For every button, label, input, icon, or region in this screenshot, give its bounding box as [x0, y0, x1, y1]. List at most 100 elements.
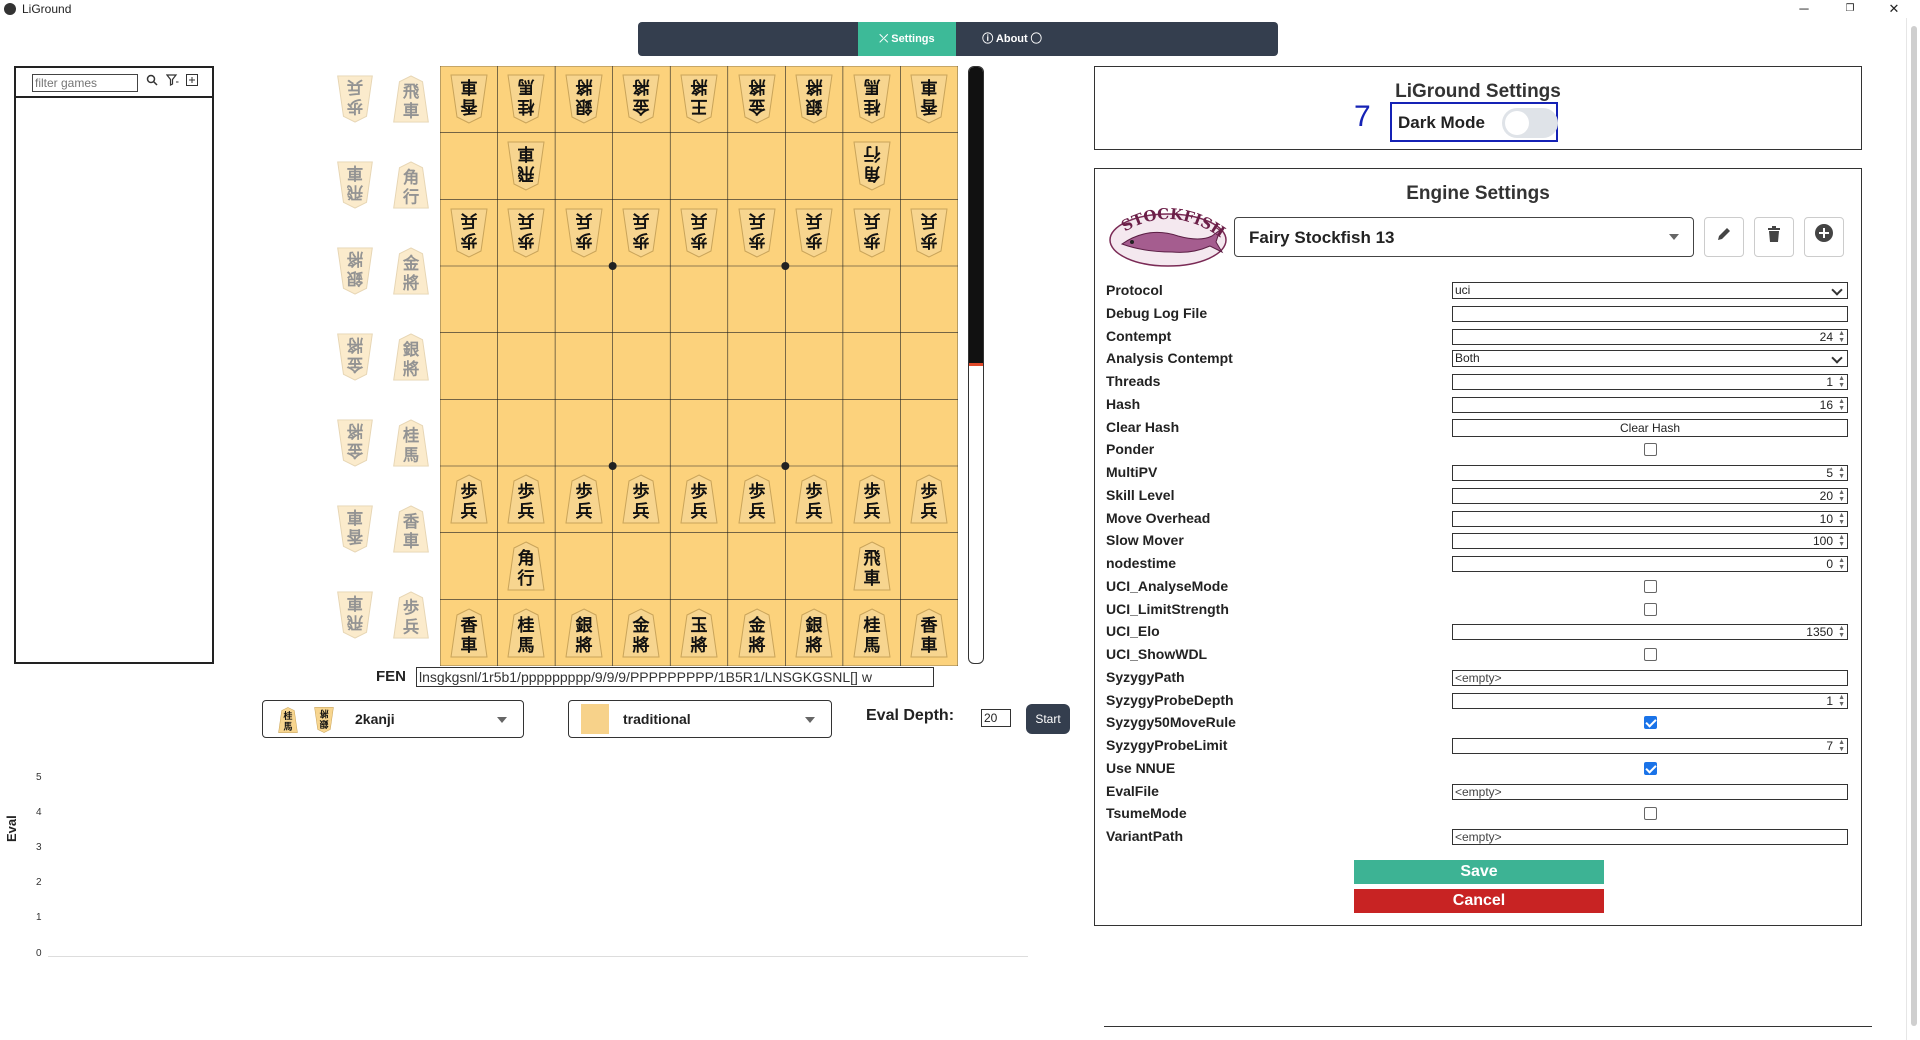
filter-icon[interactable]: [164, 74, 180, 90]
tab-about[interactable]: ⓘ About ◯: [956, 22, 1068, 56]
option-input-debug-log-file[interactable]: [1452, 305, 1848, 322]
board-piece-knight[interactable]: 桂馬: [505, 73, 547, 125]
board-piece-gold[interactable]: 金將: [620, 73, 662, 125]
hand-piece-pawn[interactable]: 歩兵: [334, 74, 376, 124]
hand-piece-gold[interactable]: 金將: [334, 332, 376, 382]
option-input-syzygyprobelimit[interactable]: 7 ▲ ▼: [1452, 738, 1848, 754]
board-piece-pawn[interactable]: 歩兵: [448, 207, 490, 259]
hand-piece-lance[interactable]: 香車: [334, 504, 376, 554]
option-checkbox-ponder[interactable]: [1644, 443, 1657, 457]
option-input-syzygyprobedepth[interactable]: 1 ▲ ▼: [1452, 692, 1848, 709]
board-piece-pawn[interactable]: 歩兵: [620, 473, 662, 525]
cancel-button[interactable]: Cancel: [1354, 889, 1604, 913]
option-input-slow-mover[interactable]: 100 ▲ ▼: [1452, 533, 1848, 550]
add-engine-button[interactable]: [1804, 217, 1844, 257]
fen-input[interactable]: lnsgkgsnl/1r5b1/ppppppppp/9/9/9/PPPPPPPP…: [416, 667, 934, 687]
option-checkbox-use-nnue[interactable]: [1644, 761, 1657, 775]
eval-depth-input[interactable]: 20: [981, 709, 1011, 727]
board-piece-pawn[interactable]: 歩兵: [908, 207, 950, 259]
search-icon[interactable]: [144, 74, 160, 90]
option-input-threads[interactable]: 1 ▲ ▼: [1452, 374, 1848, 390]
board-piece-pawn[interactable]: 歩兵: [793, 473, 835, 525]
option-input-evalfile[interactable]: <empty>: [1452, 783, 1848, 800]
board-piece-gold[interactable]: 金將: [620, 607, 662, 659]
board-piece-knight[interactable]: 桂馬: [505, 607, 547, 659]
hand-piece-rook[interactable]: 飛車: [334, 590, 376, 640]
board-piece-silver[interactable]: 銀將: [563, 73, 605, 125]
engine-select[interactable]: Fairy Stockfish 13: [1234, 217, 1694, 257]
option-input-hash[interactable]: 16 ▲ ▼: [1452, 396, 1848, 413]
edit-engine-button[interactable]: [1704, 217, 1744, 257]
hand-piece-gold[interactable]: 金將: [334, 418, 376, 468]
option-select-analysis-contempt[interactable]: Both: [1452, 350, 1848, 368]
board-piece-silver[interactable]: 銀將: [793, 607, 835, 659]
hand-piece-silver[interactable]: 銀將: [334, 246, 376, 296]
board-piece-bishop[interactable]: 角行: [505, 540, 547, 592]
shogi-board[interactable]: 香車桂馬銀將金將王將金將銀將桂馬香車飛車角行歩兵歩兵歩兵歩兵歩兵歩兵歩兵歩兵歩兵…: [440, 66, 958, 666]
board-piece-pawn[interactable]: 歩兵: [851, 207, 893, 259]
hand-piece-rook[interactable]: 飛車: [390, 74, 432, 124]
board-piece-pawn[interactable]: 歩兵: [736, 207, 778, 259]
board-piece-knight[interactable]: 桂馬: [851, 73, 893, 125]
option-input-contempt[interactable]: 24 ▲ ▼: [1452, 328, 1848, 345]
board-piece-rook[interactable]: 飛車: [505, 140, 547, 192]
board-piece-pawn[interactable]: 歩兵: [678, 207, 720, 259]
page-scrollbar[interactable]: [1906, 18, 1920, 1040]
option-checkbox-tsumemode[interactable]: [1644, 807, 1657, 821]
board-piece-lance[interactable]: 香車: [448, 73, 490, 125]
close-button[interactable]: ✕: [1880, 0, 1908, 18]
board-piece-lance[interactable]: 香車: [908, 73, 950, 125]
option-select-protocol[interactable]: uci: [1452, 282, 1848, 299]
save-button[interactable]: Save: [1354, 860, 1604, 884]
minimize-button[interactable]: ─: [1790, 0, 1818, 18]
board-piece-pawn[interactable]: 歩兵: [563, 473, 605, 525]
board-piece-gold[interactable]: 金將: [736, 607, 778, 659]
restore-button[interactable]: ❐: [1836, 0, 1864, 18]
option-input-variantpath[interactable]: <empty>: [1452, 829, 1848, 845]
board-piece-king[interactable]: 王將: [678, 73, 720, 125]
option-checkbox-uci-showwdl[interactable]: [1644, 648, 1657, 661]
hand-piece-knight[interactable]: 桂馬: [390, 418, 432, 468]
tab-settings[interactable]: ⤫ Settings: [858, 22, 956, 56]
board-piece-lance[interactable]: 香車: [448, 607, 490, 659]
board-piece-knight[interactable]: 桂馬: [851, 607, 893, 659]
board-piece-pawn[interactable]: 歩兵: [563, 207, 605, 259]
dark-mode-toggle[interactable]: [1502, 108, 1558, 138]
board-piece-pawn[interactable]: 歩兵: [678, 473, 720, 525]
board-piece-silver[interactable]: 銀將: [793, 73, 835, 125]
board-piece-pawn[interactable]: 歩兵: [908, 473, 950, 525]
board-piece-pawn[interactable]: 歩兵: [620, 207, 662, 259]
board-style-select[interactable]: traditional: [568, 700, 832, 738]
hand-piece-lance[interactable]: 香車: [390, 504, 432, 554]
delete-engine-button[interactable]: [1754, 217, 1794, 257]
board-piece-pawn[interactable]: 歩兵: [793, 207, 835, 259]
board-piece-rook[interactable]: 飛車: [851, 540, 893, 592]
option-input-move-overhead[interactable]: 10 ▲ ▼: [1452, 510, 1848, 527]
option-input-uci-elo[interactable]: 1350 ▲ ▼: [1452, 624, 1848, 641]
start-button[interactable]: Start: [1026, 704, 1070, 734]
hand-piece-pawn[interactable]: 歩兵: [390, 590, 432, 640]
option-checkbox-uci-analysemode[interactable]: [1644, 579, 1657, 593]
board-piece-bishop[interactable]: 角行: [851, 140, 893, 192]
hand-piece-silver[interactable]: 銀將: [390, 332, 432, 382]
option-input-skill-level[interactable]: 20 ▲ ▼: [1452, 487, 1848, 504]
board-piece-jade[interactable]: 玉將: [678, 607, 720, 659]
option-checkbox-syzygy50moverule[interactable]: [1644, 716, 1657, 730]
board-piece-lance[interactable]: 香車: [908, 607, 950, 659]
add-game-icon[interactable]: [184, 74, 200, 90]
board-piece-silver[interactable]: 銀將: [563, 607, 605, 659]
hand-piece-rook[interactable]: 飛車: [334, 160, 376, 210]
scrollbar-thumb[interactable]: [1911, 26, 1917, 1026]
hand-piece-gold[interactable]: 金將: [390, 246, 432, 296]
board-piece-gold[interactable]: 金將: [736, 73, 778, 125]
board-piece-pawn[interactable]: 歩兵: [505, 473, 547, 525]
clear-hash-button[interactable]: Clear Hash: [1452, 418, 1848, 437]
option-checkbox-uci-limitstrength[interactable]: [1644, 602, 1657, 616]
piece-style-select[interactable]: 桂馬 銀將 2kanji: [262, 700, 524, 738]
board-piece-pawn[interactable]: 歩兵: [851, 473, 893, 525]
board-piece-pawn[interactable]: 歩兵: [736, 473, 778, 525]
filter-games-input[interactable]: [32, 74, 138, 92]
board-piece-pawn[interactable]: 歩兵: [448, 473, 490, 525]
option-input-multipv[interactable]: 5 ▲ ▼: [1452, 465, 1848, 481]
option-input-syzygypath[interactable]: <empty>: [1452, 669, 1848, 686]
